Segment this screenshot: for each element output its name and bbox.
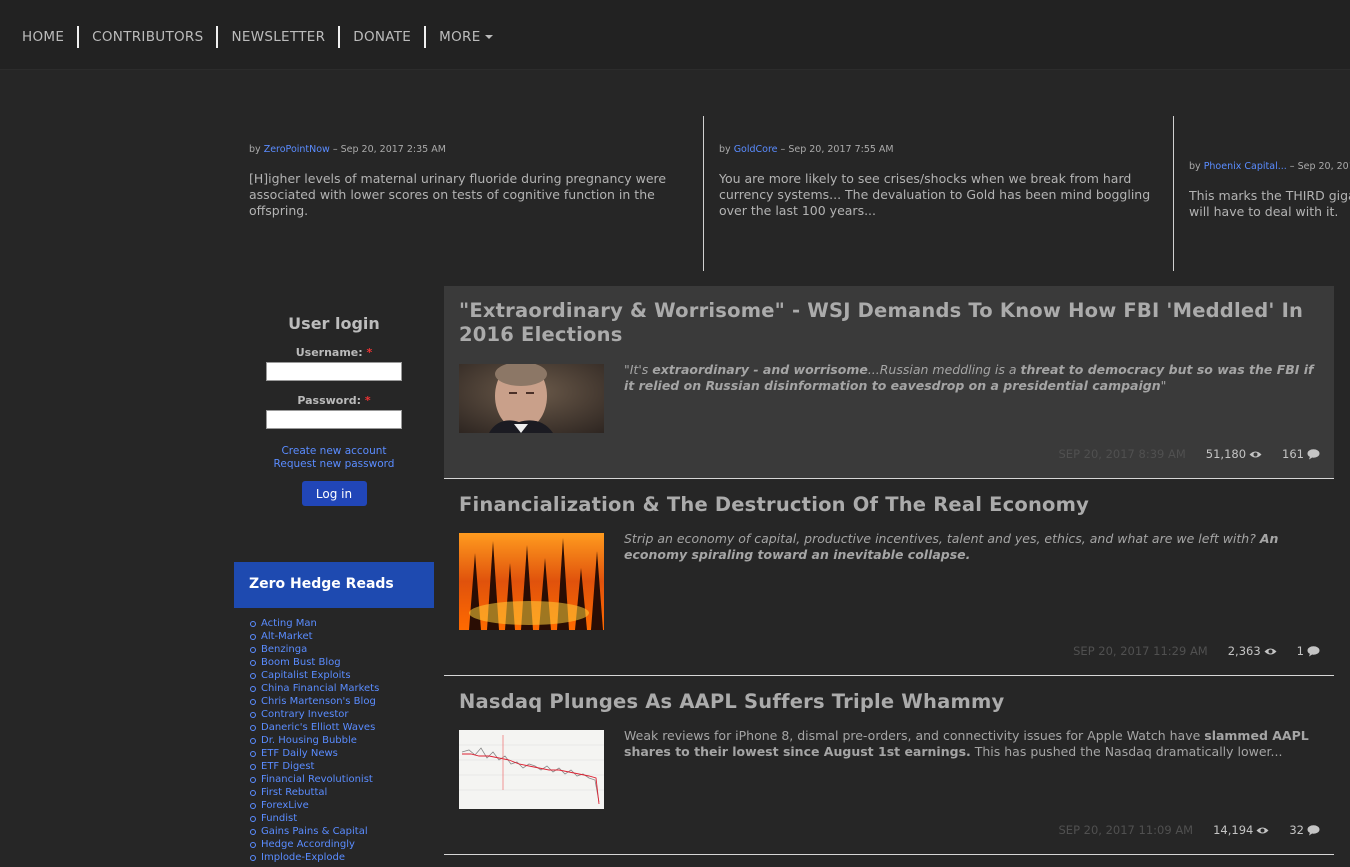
article-title[interactable]: Financialization & The Destruction Of Th… [459, 493, 1319, 517]
teaser-divider [1173, 116, 1174, 271]
reads-link[interactable]: Fundist [248, 812, 379, 825]
article-item: Nasdaq Plunges As AAPL Suffers Triple Wh… [444, 676, 1334, 855]
reads-link[interactable]: Financial Revolutionist [248, 773, 379, 786]
teaser-1[interactable]: by ZeroPointNow – Sep 20, 2017 2:35 AM [… [249, 144, 689, 299]
reads-link[interactable]: Acting Man [248, 617, 379, 630]
teaser-divider [703, 116, 704, 271]
reads-link[interactable]: Capitalist Exploits [248, 669, 379, 682]
article-teaser: "It's extraordinary - and worrisome...Ru… [624, 362, 1314, 393]
teaser-date: – Sep 20, 2017 2:35 AM [329, 144, 446, 155]
by-label: by [719, 144, 731, 155]
reads-link[interactable]: ETF Digest [248, 760, 379, 773]
comment-icon [1307, 824, 1320, 835]
by-label: by [249, 144, 261, 155]
create-account-link[interactable]: Create new account [234, 445, 434, 458]
reads-link[interactable]: Alt-Market [248, 630, 379, 643]
contributor-teasers: by ZeroPointNow – Sep 20, 2017 2:35 AM [… [235, 116, 1350, 271]
comment-count[interactable]: 32 [1289, 823, 1320, 837]
teaser-date: – Sep 20, 2017 7:55 AM [777, 144, 894, 155]
username-input[interactable] [266, 362, 402, 381]
view-count: 51,180 [1206, 447, 1262, 461]
password-label: Password: * [297, 394, 371, 407]
top-navigation: HOME CONTRIBUTORS NEWSLETTER DONATE MORE [0, 0, 1350, 70]
view-count: 2,363 [1228, 644, 1277, 658]
article-thumbnail[interactable] [459, 730, 604, 809]
article-thumbnail[interactable] [459, 533, 604, 630]
reads-link[interactable]: Dr. Housing Bubble [248, 734, 379, 747]
teaser-body[interactable]: You are more likely to see crises/shocks… [719, 171, 1159, 219]
nav-more-dropdown[interactable]: MORE [426, 26, 505, 48]
login-button[interactable]: Log in [301, 481, 367, 506]
reads-link[interactable]: First Rebuttal [248, 786, 379, 799]
reads-link[interactable]: Benzinga [248, 643, 379, 656]
nav-newsletter[interactable]: NEWSLETTER [218, 26, 341, 48]
comey-photo [459, 362, 604, 433]
password-input[interactable] [266, 410, 402, 429]
eye-icon [1256, 827, 1269, 833]
nav-contributors[interactable]: CONTRIBUTORS [79, 26, 219, 48]
login-links: Create new account Request new password [234, 445, 434, 471]
article-date: SEP 20, 2017 8:39 AM [1058, 447, 1186, 461]
reads-list: Acting Man Alt-Market Benzinga Boom Bust Bl… [248, 617, 379, 864]
comment-count[interactable]: 161 [1282, 447, 1320, 461]
eye-icon [1249, 451, 1262, 457]
reads-link[interactable]: Hedge Accordingly [248, 838, 379, 851]
teaser-body[interactable]: [H]igher levels of maternal urinary fluo… [249, 171, 689, 219]
article-meta: SEP 20, 2017 8:39 AM 51,180 161 [1059, 447, 1321, 461]
view-count: 14,194 [1213, 823, 1269, 837]
nav-more-label: MORE [439, 29, 481, 45]
article-thumbnail[interactable] [459, 362, 604, 433]
article-date: SEP 20, 2017 11:29 AM [1073, 644, 1208, 658]
user-login-block: User login Username: * Password: * Creat… [234, 300, 434, 506]
teaser-byline: by GoldCore – Sep 20, 2017 7:55 AM [719, 144, 1159, 155]
reads-link[interactable]: China Financial Markets [248, 682, 379, 695]
by-label: by [1189, 161, 1201, 172]
article-featured: "Extraordinary & Worrisome" - WSJ Demand… [444, 286, 1334, 479]
article-title[interactable]: "Extraordinary & Worrisome" - WSJ Demand… [459, 299, 1319, 347]
article-teaser: Strip an economy of capital, productive … [624, 531, 1279, 562]
stock-chart-thumbnail [459, 730, 604, 809]
comment-icon [1307, 645, 1320, 656]
teaser-author[interactable]: GoldCore [734, 144, 778, 155]
login-title: User login [288, 314, 380, 333]
teaser-byline: by Phoenix Capital... – Sep 20, 2017 7: [1189, 161, 1350, 172]
reads-link[interactable]: Gains Pains & Capital [248, 825, 379, 838]
teaser-date: – Sep 20, 2017 7: [1289, 161, 1350, 172]
article-meta: SEP 20, 2017 11:29 AM 2,363 1 [1073, 644, 1320, 658]
teaser-byline: by ZeroPointNow – Sep 20, 2017 2:35 AM [249, 144, 689, 155]
article-item: Financialization & The Destruction Of Th… [444, 479, 1334, 676]
comment-count[interactable]: 1 [1297, 644, 1320, 658]
reads-link[interactable]: Implode-Explode [248, 851, 379, 864]
teaser-author[interactable]: Phoenix Capital... [1204, 161, 1287, 172]
teaser-body[interactable]: This marks the THIRD gigantic bubble... … [1189, 188, 1350, 220]
eye-icon [1264, 648, 1277, 654]
caret-down-icon [484, 35, 493, 39]
article-meta: SEP 20, 2017 11:09 AM 14,194 32 [1059, 823, 1321, 837]
article-teaser: Weak reviews for iPhone 8, dismal pre-or… [624, 728, 1309, 759]
forest-fire-photo [459, 533, 604, 630]
comment-icon [1307, 448, 1320, 459]
reads-link[interactable]: Contrary Investor [248, 708, 379, 721]
reads-link[interactable]: Daneric's Elliott Waves [248, 721, 379, 734]
article-title[interactable]: Nasdaq Plunges As AAPL Suffers Triple Wh… [459, 690, 1319, 714]
reads-link[interactable]: Chris Martenson's Blog [248, 695, 379, 708]
nav-menu: HOME CONTRIBUTORS NEWSLETTER DONATE MORE [0, 0, 1350, 74]
reads-link[interactable]: ETF Daily News [248, 747, 379, 760]
article-date: SEP 20, 2017 11:09 AM [1058, 823, 1194, 837]
nav-donate[interactable]: DONATE [340, 26, 427, 48]
reads-header: Zero Hedge Reads [234, 562, 434, 608]
reads-link[interactable]: ForexLive [248, 799, 379, 812]
request-password-link[interactable]: Request new password [234, 458, 434, 471]
reads-link[interactable]: Boom Bust Blog [248, 656, 379, 669]
nav-home[interactable]: HOME [9, 26, 80, 48]
teaser-author[interactable]: ZeroPointNow [264, 144, 330, 155]
teaser-2[interactable]: by GoldCore – Sep 20, 2017 7:55 AM You a… [719, 144, 1159, 299]
username-label: Username: * [295, 346, 373, 359]
